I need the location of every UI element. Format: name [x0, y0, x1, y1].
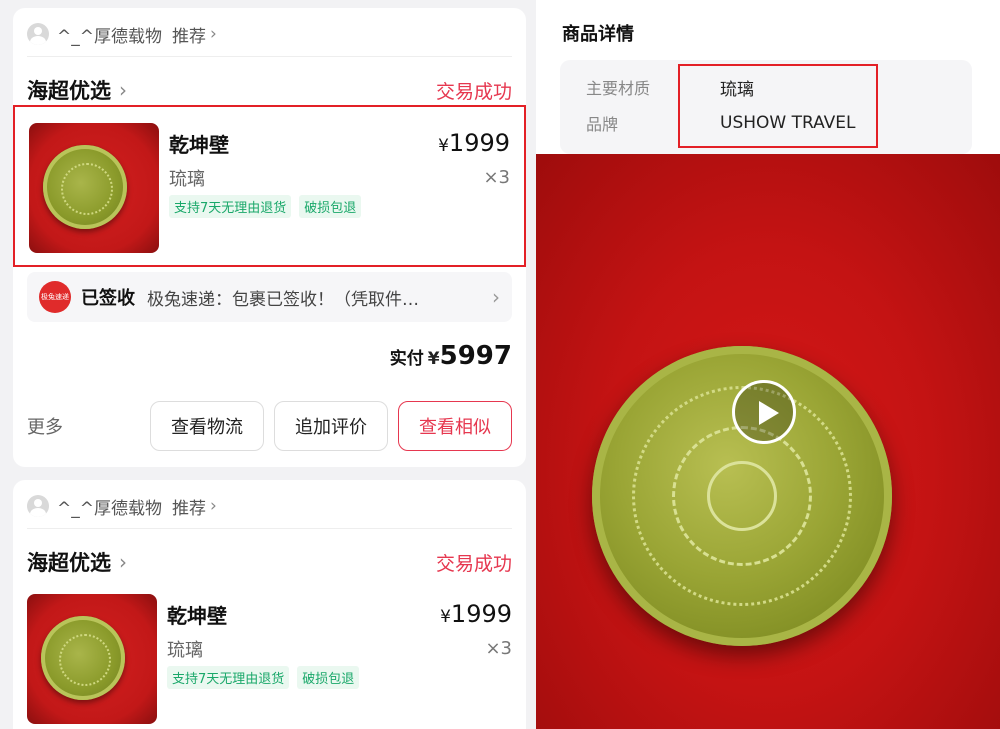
shop-line[interactable]: ^_^厚德载物 推荐 ›	[27, 22, 217, 47]
divider	[27, 56, 512, 57]
order-card: ^_^厚德载物 推荐 › 海超优选 › 交易成功 乾坤壁 琉璃 支持7天无理由退…	[13, 480, 526, 729]
recommend-label: 推荐	[172, 498, 206, 519]
product-name: 乾坤壁	[167, 604, 227, 628]
tag-damage-refund: 破损包退	[299, 195, 362, 218]
price-value: 1999	[448, 129, 510, 157]
shop-line[interactable]: ^_^厚德载物 推荐 ›	[27, 494, 217, 519]
product-detail-panel: 商品详情 主要材质 琉璃 品牌 USHOW TRAVEL	[536, 0, 1000, 729]
order-list-panel: ^_^厚德载物 推荐 › 海超优选 › 交易成功 乾坤壁 琉璃 支持7天无理由退…	[0, 0, 536, 729]
recommend-label: 推荐	[172, 26, 206, 47]
coin-pattern	[707, 461, 777, 531]
play-icon[interactable]	[732, 380, 796, 444]
product-item[interactable]: 乾坤壁 琉璃 支持7天无理由退货 破损包退 ¥1999 ×3	[13, 578, 526, 729]
paid-amount: 5997	[439, 341, 512, 371]
product-name: 乾坤壁	[169, 133, 229, 157]
more-button[interactable]: 更多	[27, 413, 140, 439]
shop-owner-name: ^_^厚德载物	[57, 498, 162, 519]
store-name: 海超优选	[27, 79, 111, 103]
product-price: ¥1999	[440, 600, 512, 628]
order-actions: 更多 查看物流 追加评价 查看相似	[27, 400, 512, 452]
product-thumbnail[interactable]	[29, 123, 159, 253]
store-link[interactable]: 海超优选 ›	[27, 75, 127, 105]
paid-total: 实付 ¥ 5997	[390, 341, 512, 371]
user-avatar-icon	[27, 495, 49, 517]
currency-symbol: ¥	[440, 607, 451, 627]
product-item-highlighted[interactable]: 乾坤壁 琉璃 支持7天无理由退货 破损包退 ¥1999 ×3	[13, 105, 526, 267]
product-material: 琉璃	[167, 640, 203, 661]
product-material: 琉璃	[169, 169, 205, 190]
logistics-bar[interactable]: 极兔速递 已签收 极兔速递：包裹已签收！（凭取件… ›	[27, 272, 512, 322]
tag-return-7-days: 支持7天无理由退货	[167, 666, 290, 689]
service-tags: 支持7天无理由退货 破损包退	[167, 666, 360, 689]
store-row: 海超优选 › 交易成功	[27, 546, 512, 578]
currency-symbol: ¥	[427, 349, 440, 369]
store-link[interactable]: 海超优选 ›	[27, 547, 127, 577]
coin-image	[43, 145, 127, 229]
chevron-right-icon: ›	[210, 496, 217, 516]
highlight-box	[678, 64, 878, 148]
view-similar-button[interactable]: 查看相似	[398, 401, 512, 451]
divider	[27, 528, 512, 529]
tag-damage-refund: 破损包退	[297, 666, 360, 689]
product-thumbnail[interactable]	[27, 594, 157, 724]
shop-owner-name: ^_^厚德载物	[57, 26, 162, 47]
product-video[interactable]	[536, 154, 1000, 729]
price-value: 1999	[450, 600, 512, 628]
product-price: ¥1999	[438, 129, 510, 157]
chevron-right-icon: ›	[119, 550, 127, 574]
currency-symbol: ¥	[438, 136, 449, 156]
product-quantity: ×3	[483, 167, 510, 188]
order-status: 交易成功	[435, 80, 512, 103]
chevron-right-icon: ›	[492, 285, 500, 309]
logistics-state: 已签收	[81, 288, 135, 309]
tag-return-7-days: 支持7天无理由退货	[169, 195, 292, 218]
order-status: 交易成功	[435, 552, 512, 575]
store-name: 海超优选	[27, 551, 111, 575]
view-logistics-button[interactable]: 查看物流	[150, 401, 264, 451]
product-quantity: ×3	[485, 638, 512, 659]
user-avatar-icon	[27, 23, 49, 45]
chevron-right-icon: ›	[119, 78, 127, 102]
service-tags: 支持7天无理由退货 破损包退	[169, 195, 362, 218]
paid-label: 实付	[389, 349, 424, 369]
detail-title: 商品详情	[562, 24, 634, 45]
store-row: 海超优选 › 交易成功	[27, 74, 512, 106]
chevron-right-icon: ›	[210, 24, 217, 44]
courier-logo: 极兔速递	[39, 281, 71, 313]
add-review-button[interactable]: 追加评价	[274, 401, 388, 451]
coin-image	[41, 616, 125, 700]
logistics-text: 极兔速递：包裹已签收！（凭取件…	[147, 289, 419, 310]
order-card: ^_^厚德载物 推荐 › 海超优选 › 交易成功 乾坤壁 琉璃 支持7天无理由退…	[13, 8, 526, 467]
